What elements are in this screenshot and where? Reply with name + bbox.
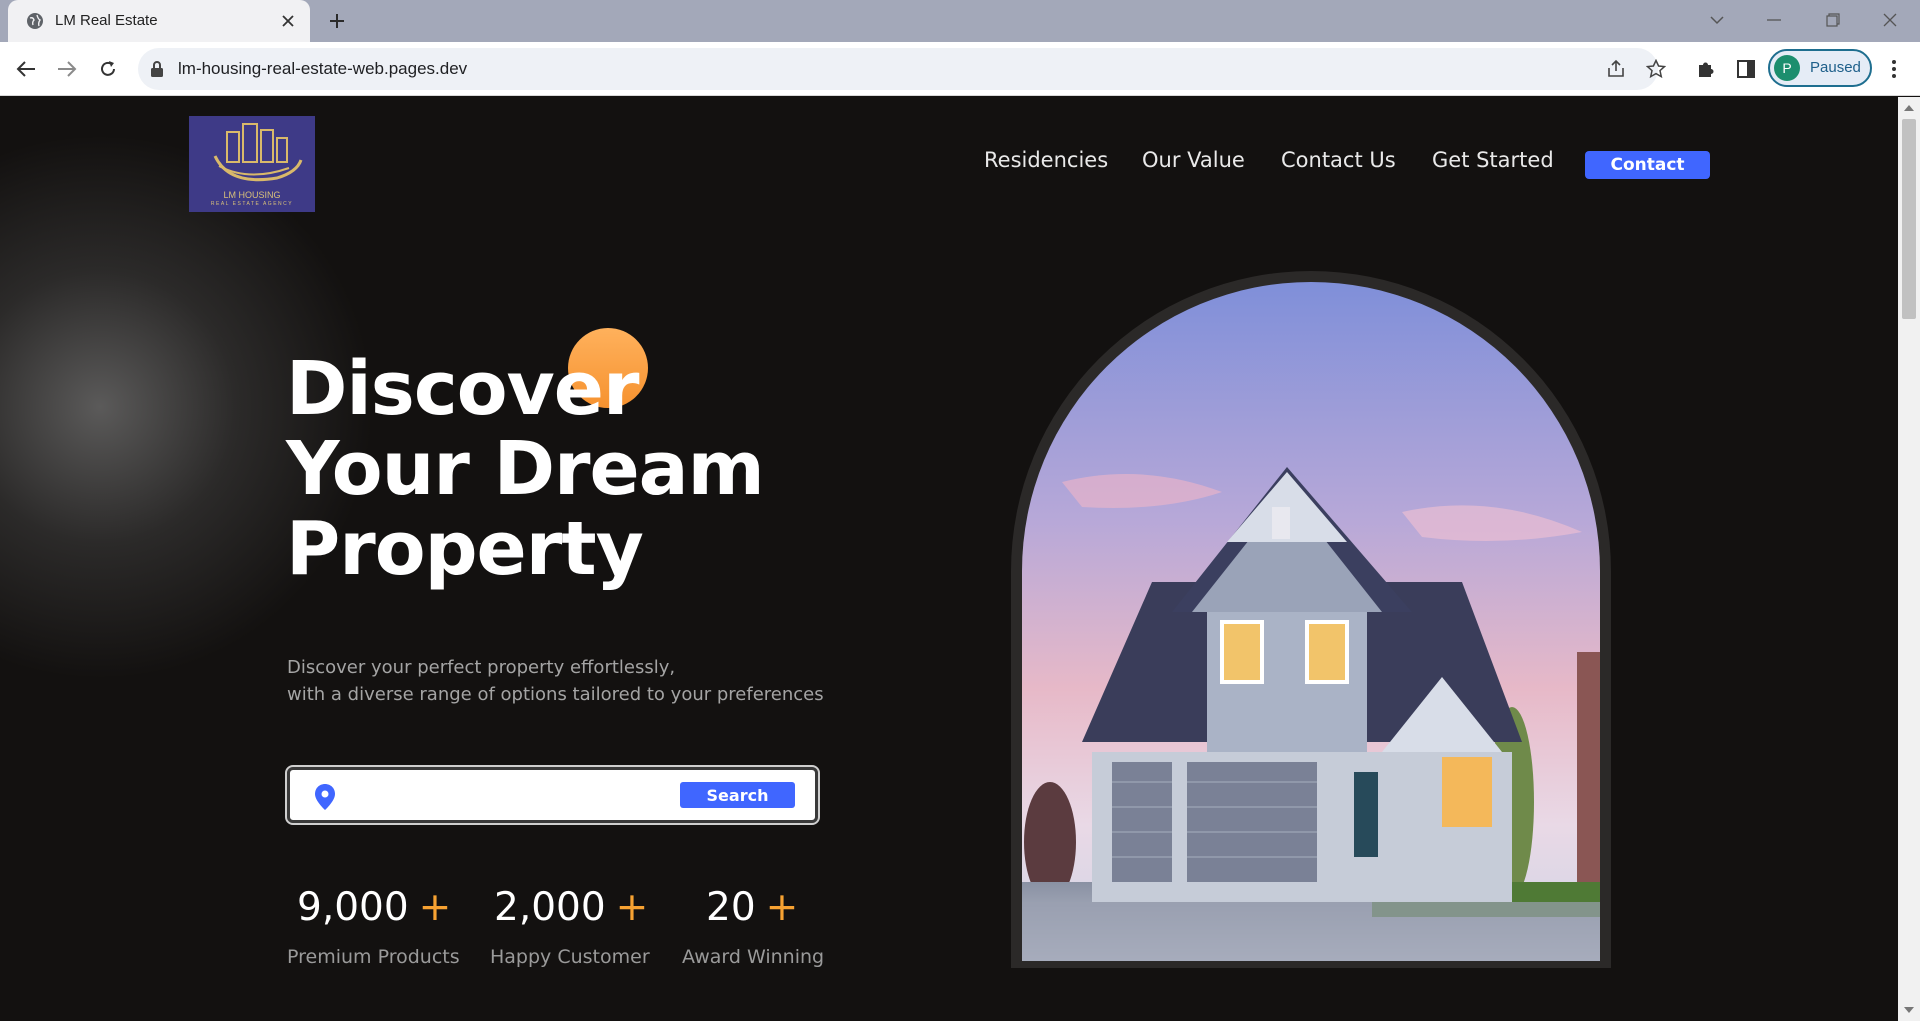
browser-tab[interactable]: LM Real Estate bbox=[8, 0, 310, 42]
menu-kebab-icon[interactable] bbox=[1880, 55, 1908, 83]
reload-icon[interactable] bbox=[94, 55, 122, 83]
side-panel-icon[interactable] bbox=[1732, 55, 1760, 83]
nav-contact-us[interactable]: Contact Us bbox=[1281, 148, 1396, 172]
logo-subtext: REAL ESTATE AGENCY bbox=[210, 201, 294, 207]
stat-label: Happy Customer bbox=[490, 946, 650, 968]
nav-residencies[interactable]: Residencies bbox=[984, 148, 1108, 172]
stat-value: 9,000 + bbox=[297, 885, 451, 930]
url-text: lm-housing-real-estate-web.pages.dev bbox=[178, 59, 468, 78]
scroll-down-arrow-icon[interactable] bbox=[1904, 1005, 1914, 1015]
nav-get-started[interactable]: Get Started bbox=[1432, 148, 1554, 172]
avatar: P bbox=[1774, 55, 1800, 81]
stat-label: Award Winning bbox=[682, 946, 825, 968]
stat-award-winning: 20 + Award Winning bbox=[682, 885, 824, 968]
share-icon[interactable] bbox=[1604, 57, 1628, 81]
extensions-puzzle-icon[interactable] bbox=[1692, 55, 1720, 83]
forward-arrow-icon[interactable] bbox=[53, 55, 81, 83]
address-bar[interactable]: lm-housing-real-estate-web.pages.dev bbox=[138, 48, 1666, 90]
location-pin-icon bbox=[315, 784, 335, 810]
hero-title-line-3: Property bbox=[286, 506, 644, 592]
search-bar: Search bbox=[285, 765, 820, 825]
stat-plus: + bbox=[615, 885, 649, 930]
page-scrollbar[interactable] bbox=[1898, 97, 1920, 1021]
hero-title-line-2: Your Dream bbox=[286, 426, 765, 512]
stat-value: 20 + bbox=[706, 885, 798, 930]
browser-tab-strip: LM Real Estate bbox=[0, 0, 1920, 42]
page-viewport: LM HOUSING REAL ESTATE AGENCY Residencie… bbox=[0, 97, 1898, 1021]
contact-button[interactable]: Contact bbox=[1585, 151, 1710, 179]
house-illustration bbox=[1022, 282, 1600, 961]
hero-description-line-2: with a diverse range of options tailored… bbox=[287, 684, 824, 705]
tab-close-icon[interactable] bbox=[276, 9, 300, 33]
stat-label: Premium Products bbox=[287, 946, 460, 968]
hero-image-frame bbox=[1011, 271, 1611, 968]
scrollbar-thumb[interactable] bbox=[1902, 119, 1916, 319]
stat-number: 9,000 bbox=[297, 885, 409, 930]
minimize-icon[interactable] bbox=[1758, 6, 1790, 34]
house-image bbox=[1022, 282, 1600, 961]
stat-number: 20 bbox=[706, 885, 756, 930]
restore-icon[interactable] bbox=[1817, 6, 1849, 34]
bookmark-star-icon[interactable] bbox=[1644, 57, 1668, 81]
profile-status: Paused bbox=[1810, 59, 1861, 76]
new-tab-plus-icon[interactable] bbox=[325, 9, 349, 33]
stat-value: 2,000 + bbox=[494, 885, 648, 930]
stat-happy-customer: 2,000 + Happy Customer bbox=[490, 885, 650, 968]
tab-search-chevron-icon[interactable] bbox=[1701, 6, 1733, 34]
hero-title-line-1: Discover bbox=[286, 346, 639, 432]
back-arrow-icon[interactable] bbox=[12, 55, 40, 83]
search-button[interactable]: Search bbox=[680, 782, 795, 808]
tab-title: LM Real Estate bbox=[55, 12, 158, 29]
hero-description: Discover your perfect property effortles… bbox=[287, 654, 824, 708]
globe-icon bbox=[27, 13, 43, 29]
hero-title: Discover Your Dream Property bbox=[286, 346, 765, 592]
stat-number: 2,000 bbox=[494, 885, 606, 930]
nav-our-value[interactable]: Our Value bbox=[1142, 148, 1245, 172]
search-input[interactable] bbox=[350, 780, 650, 810]
stat-plus: + bbox=[418, 885, 452, 930]
hero-description-line-1: Discover your perfect property effortles… bbox=[287, 657, 676, 678]
site-logo[interactable]: LM HOUSING REAL ESTATE AGENCY bbox=[189, 116, 315, 212]
stat-premium-products: 9,000 + Premium Products bbox=[287, 885, 460, 968]
scroll-up-arrow-icon[interactable] bbox=[1904, 103, 1914, 113]
logo-text: LM HOUSING bbox=[223, 190, 281, 200]
profile-button[interactable]: P Paused bbox=[1768, 49, 1872, 87]
lock-icon bbox=[151, 61, 163, 77]
stat-plus: + bbox=[765, 885, 799, 930]
close-window-icon[interactable] bbox=[1874, 6, 1906, 34]
browser-toolbar: lm-housing-real-estate-web.pages.dev P P… bbox=[0, 42, 1920, 96]
